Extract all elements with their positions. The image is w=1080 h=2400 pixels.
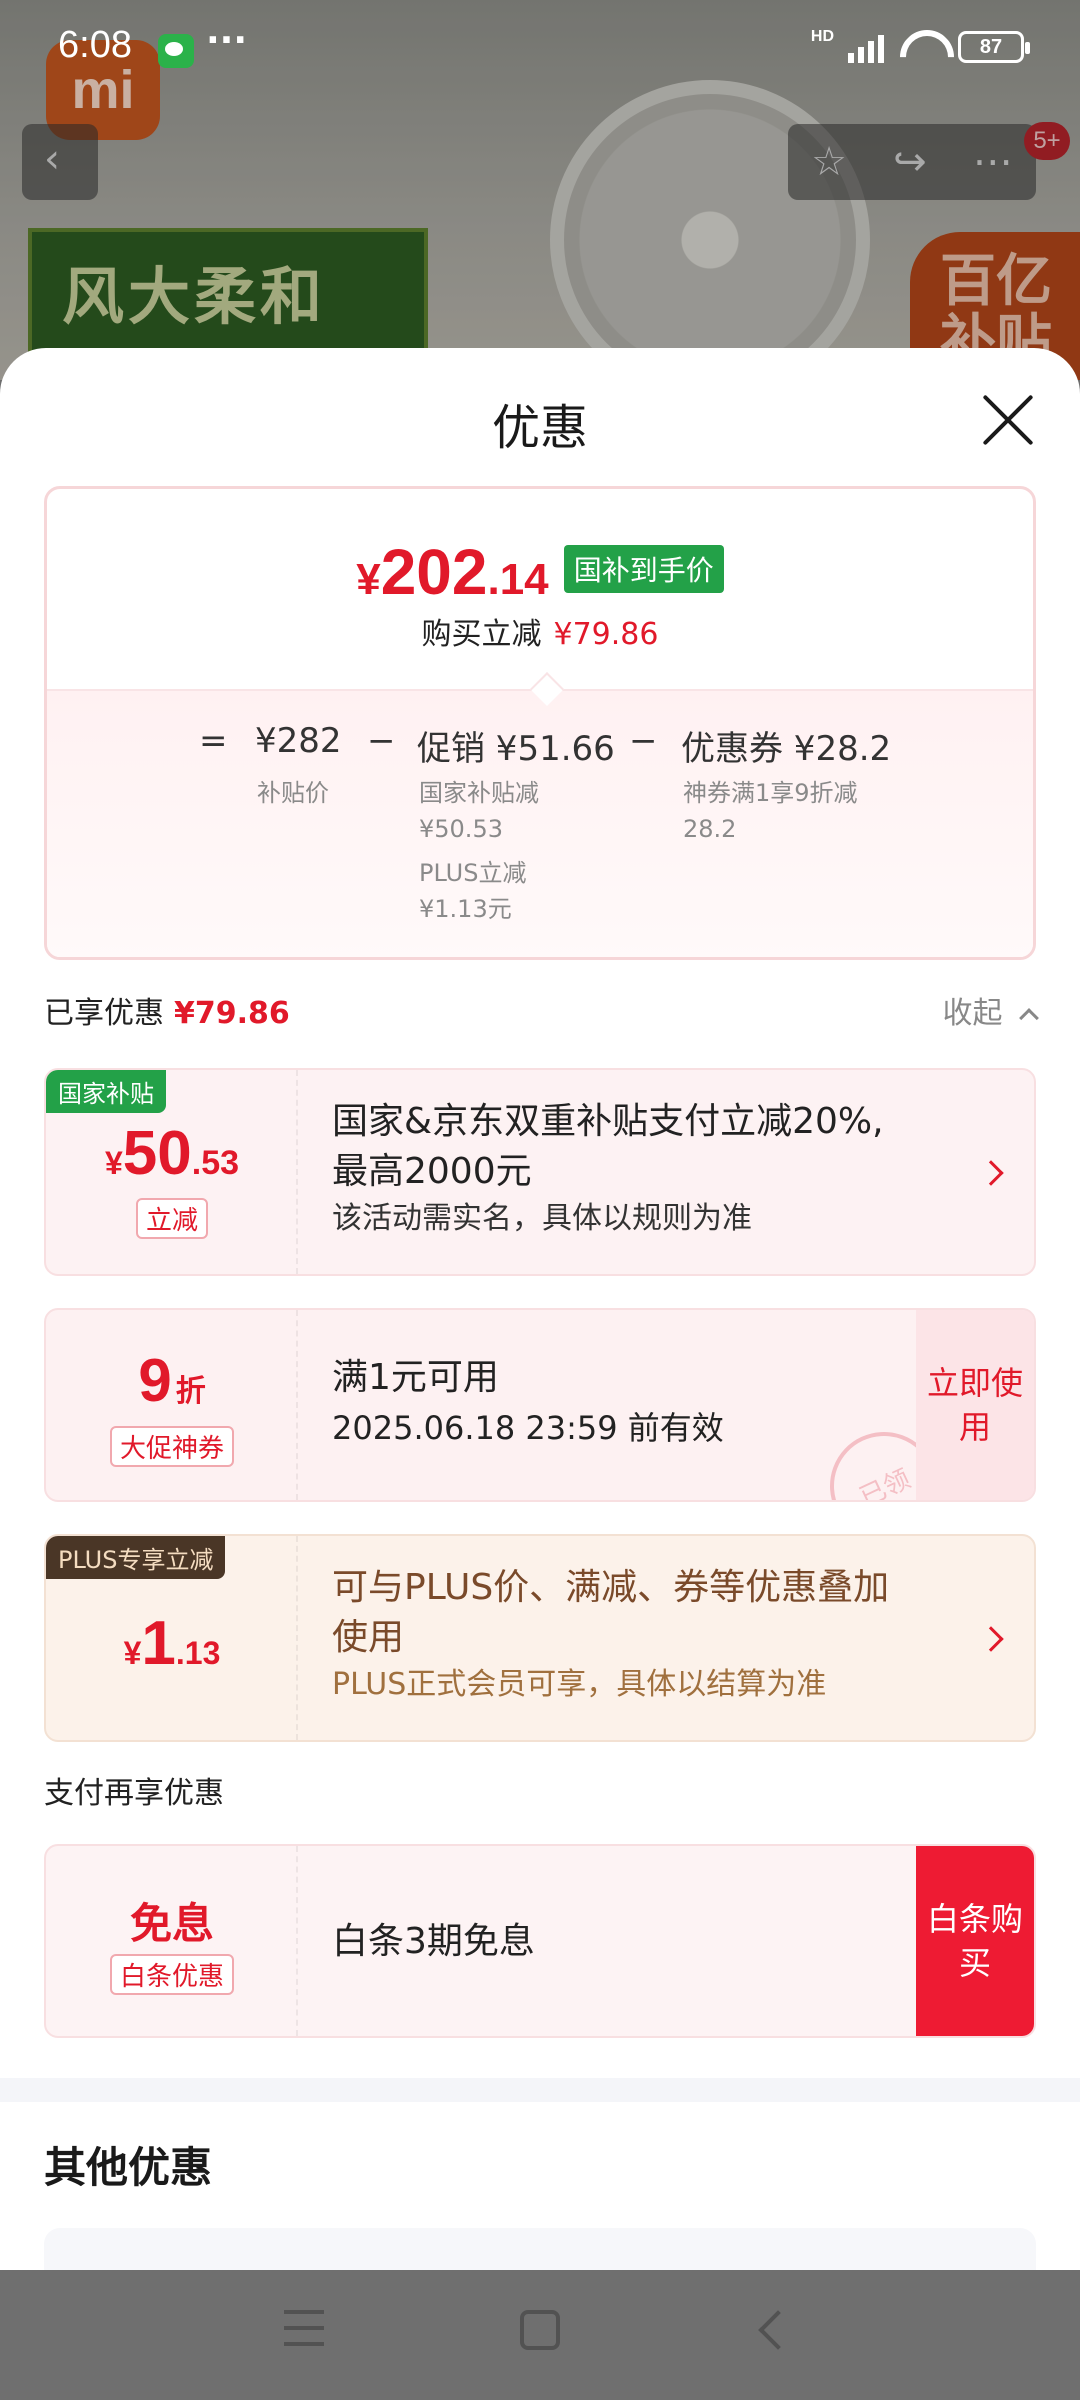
- other-discounts-title: 其他优惠: [44, 2143, 213, 2192]
- back-nav-icon[interactable]: [758, 2310, 798, 2350]
- menu-icon[interactable]: [284, 2310, 324, 2346]
- card-tag: 国家补贴: [46, 1070, 166, 1113]
- promo-detail: 国家补贴减 ¥50.53 PLUS立减 ¥1.13元: [419, 775, 539, 927]
- coupon-type-text: 大促神券: [109, 1426, 234, 1467]
- plus-amount-currency: ¥: [123, 1635, 142, 1671]
- national-subsidy-card[interactable]: 国家补贴 ¥50.53 立减 国家&京东双重补贴支付立减20%, 最高2000元…: [44, 1068, 1036, 1276]
- status-indicators: HD 87: [810, 28, 1030, 64]
- baitiao-sub-text: 白条优惠: [109, 1954, 234, 1995]
- enjoyed-discount: 已享优惠 ¥79.86: [44, 988, 290, 1032]
- card-line-3: 该活动需实名，具体以规则为准: [332, 1201, 752, 1236]
- baitiao-value-area: 免息 白条优惠: [46, 1846, 298, 2036]
- baitiao-description: 白条3期免息: [332, 1921, 535, 1962]
- base-price: ¥282: [255, 721, 342, 761]
- chevron-right-icon: [978, 1626, 1004, 1652]
- card-line-1: 国家&京东双重补贴支付立减20%,: [332, 1101, 884, 1142]
- price-decimal: .14: [487, 555, 549, 604]
- chevron-right-icon: [978, 1160, 1004, 1186]
- coupon-type: 大促神券: [46, 1426, 298, 1467]
- promo-detail-2-value: ¥1.13元: [419, 895, 512, 923]
- system-navigation-bar: [0, 2270, 1080, 2400]
- sheet-title: 优惠: [491, 400, 588, 456]
- coupon-discount-number: 9: [138, 1347, 172, 1414]
- plus-amount-integer: 1: [141, 1609, 176, 1678]
- wechat-icon: [158, 34, 194, 68]
- discount-sheet: 优惠 ¥202.14 国补到手价 购买立减 ¥79.86 = ¥282 补贴价 −…: [0, 348, 1080, 2270]
- card-amount-integer: 50: [122, 1119, 192, 1188]
- reduce-value: ¥79.86: [553, 617, 659, 652]
- coupon-expiry: 2025.06.18 23:59 前有效: [332, 1409, 724, 1447]
- card-amount: ¥50.53: [46, 1118, 298, 1189]
- more-notifications-icon: ···: [206, 20, 248, 61]
- other-discounts-list: [44, 2228, 1036, 2270]
- plus-description: 可与PLUS价、满减、券等优惠叠加 使用 PLUS正式会员可享，具体以结算为准: [332, 1562, 889, 1708]
- minus-sign-2: −: [629, 721, 658, 761]
- plus-amount-decimal: .13: [175, 1635, 221, 1671]
- promo-amount: 促销 ¥51.66: [417, 729, 615, 769]
- plus-value-area: PLUS专享立减 ¥1.13: [46, 1536, 298, 1740]
- close-icon[interactable]: [980, 392, 1036, 448]
- plus-amount: ¥1.13: [46, 1608, 298, 1679]
- coupon-condition: 满1元可用: [332, 1357, 499, 1398]
- signal-icon: [848, 31, 884, 63]
- price-summary-card: ¥202.14 国补到手价 购买立减 ¥79.86 = ¥282 补贴价 − 促销…: [44, 486, 1036, 960]
- promo-detail-1-value: ¥50.53: [419, 815, 503, 843]
- breakdown-notch: [530, 672, 564, 706]
- minus-sign: −: [367, 721, 396, 761]
- use-now-button[interactable]: 立即使用: [916, 1310, 1034, 1500]
- coupon-card: 9折 大促神券 满1元可用 2025.06.18 23:59 前有效 已领 立即…: [44, 1308, 1036, 1502]
- coupon-description: 满1元可用 2025.06.18 23:59 前有效: [332, 1352, 724, 1452]
- card-amount-decimal: .53: [191, 1144, 240, 1182]
- baitiao-sub: 白条优惠: [46, 1954, 298, 1995]
- coupon-value-area: 9折 大促神券: [46, 1310, 298, 1500]
- promo-detail-2: PLUS立减: [419, 859, 527, 887]
- coupon-amount: 优惠券 ¥28.2: [681, 729, 892, 769]
- coupon-detail: 神券满1享9折减 28.2: [683, 775, 858, 847]
- card-sub-text: 立减: [135, 1198, 208, 1239]
- equals-sign: =: [199, 721, 228, 761]
- reduce-line: 购买立减 ¥79.86: [47, 609, 1033, 653]
- card-description: 国家&京东双重补贴支付立减20%, 最高2000元 该活动需实名，具体以规则为准: [332, 1096, 884, 1242]
- collapse-button[interactable]: 收起: [942, 988, 1039, 1032]
- reduce-label: 购买立减: [421, 617, 542, 652]
- wifi-icon: [898, 30, 944, 64]
- section-divider: [0, 2078, 1080, 2102]
- card-amount-currency: ¥: [104, 1145, 123, 1181]
- price-tag: 国补到手价: [563, 545, 724, 593]
- price-integer: 202: [380, 536, 488, 608]
- status-time: 6:08: [58, 24, 132, 66]
- plus-line-3: PLUS正式会员可享，具体以结算为准: [332, 1667, 827, 1702]
- card-line-2: 最高2000元: [332, 1151, 532, 1192]
- home-icon[interactable]: [520, 2310, 560, 2350]
- chevron-up-icon: [1019, 1008, 1039, 1028]
- plus-line-1: 可与PLUS价、满减、券等优惠叠加: [332, 1567, 890, 1608]
- pay-section-title: 支付再享优惠: [44, 1776, 224, 1811]
- collapse-label: 收起: [942, 996, 1003, 1031]
- baitiao-card: 免息 白条优惠 白条3期免息 白条购买: [44, 1844, 1036, 2038]
- plus-tag: PLUS专享立减: [46, 1536, 226, 1579]
- coupon-detail-text: 神券满1享9折减: [683, 779, 858, 807]
- enjoyed-value: ¥79.86: [174, 996, 290, 1031]
- hd-label: HD: [810, 28, 834, 45]
- coupon-detail-value: 28.2: [683, 815, 737, 843]
- base-price-label: 补贴价: [257, 779, 329, 807]
- coupon-discount-unit: 折: [175, 1374, 206, 1409]
- plus-line-2: 使用: [332, 1617, 405, 1658]
- plus-discount-card[interactable]: PLUS专享立减 ¥1.13 可与PLUS价、满减、券等优惠叠加 使用 PLUS…: [44, 1534, 1036, 1742]
- baitiao-main: 免息: [129, 1899, 214, 1948]
- coupon-discount: 9折: [46, 1346, 298, 1415]
- promo-detail-1: 国家补贴减: [419, 779, 539, 807]
- price-breakdown: = ¥282 补贴价 − 促销 ¥51.66 国家补贴减 ¥50.53 PLUS…: [47, 672, 1033, 957]
- battery-icon: 87: [958, 31, 1030, 63]
- card-sub-label: 立减: [46, 1198, 298, 1239]
- price-currency: ¥: [356, 555, 381, 604]
- card-value-area: 国家补贴 ¥50.53 立减: [46, 1070, 298, 1274]
- enjoyed-label: 已享优惠: [44, 996, 164, 1031]
- baitiao-buy-button[interactable]: 白条购买: [916, 1846, 1034, 2036]
- status-bar: 6:08 ··· HD 87: [0, 0, 1080, 96]
- final-price: ¥202.14 国补到手价: [47, 535, 1033, 609]
